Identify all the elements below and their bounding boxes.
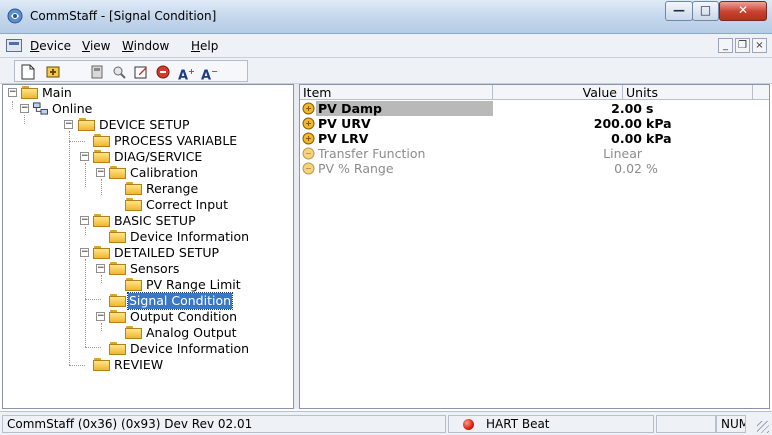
- status-device-info: CommStaff (0x36) (0x93) Dev Rev 02.01: [2, 415, 446, 433]
- tree-connector: [69, 141, 85, 142]
- tree-connector: [101, 275, 102, 283]
- maximize-icon: □: [699, 3, 712, 17]
- connect-icon[interactable]: [45, 64, 61, 80]
- list-row-transfer-function[interactable]: Transfer Function Linear: [300, 146, 769, 161]
- mdi-close-button[interactable]: ×: [752, 38, 767, 53]
- document-window-icon[interactable]: [6, 39, 22, 52]
- column-header-units[interactable]: Units: [623, 85, 753, 100]
- folder-icon: [109, 166, 126, 179]
- close-button[interactable]: ✕: [719, 1, 767, 21]
- folder-icon: [21, 86, 38, 99]
- folder-icon: [109, 310, 126, 323]
- mdi-minimize-button[interactable]: _: [718, 38, 733, 53]
- list-row-pv-damp[interactable]: PV Damp 2.00 s: [300, 101, 769, 116]
- folder-icon: [109, 262, 126, 275]
- status-bar: CommStaff (0x36) (0x93) Dev Rev 02.01 HA…: [0, 411, 772, 435]
- tree-connector: [85, 259, 86, 347]
- font-decrease-icon[interactable]: A−: [201, 64, 218, 83]
- mdi-restore-button[interactable]: ❐: [735, 38, 750, 53]
- menu-help[interactable]: Help: [191, 39, 218, 53]
- folder-icon: [125, 198, 142, 211]
- tree-connector: [69, 365, 85, 366]
- parameter-readonly-icon: [302, 147, 315, 160]
- folder-icon: [125, 326, 142, 339]
- maximize-button[interactable]: □: [692, 1, 719, 21]
- title-bar[interactable]: CommStaff - [Signal Condition] — □ ✕: [0, 0, 772, 34]
- menu-device[interactable]: Device: [30, 39, 71, 53]
- stop-icon[interactable]: [155, 64, 171, 80]
- resize-grip-icon[interactable]: [757, 421, 769, 433]
- new-document-icon[interactable]: [20, 64, 36, 80]
- edit-icon[interactable]: [133, 64, 149, 80]
- toolbar-strip: A+ A−: [14, 60, 248, 83]
- parameter-list[interactable]: Item Value Units PV Damp 2.00 s PV URV 2…: [299, 84, 770, 409]
- menu-bar: Device View Window Help _ ❐ ×: [0, 34, 772, 58]
- parameter-readonly-icon: [302, 162, 315, 175]
- folder-icon: [109, 342, 126, 355]
- collapse-icon[interactable]: −: [96, 312, 105, 321]
- tree-connector: [85, 163, 86, 187]
- column-header-value[interactable]: Value: [493, 85, 623, 100]
- toolbar: A+ A−: [0, 58, 772, 84]
- collapse-icon[interactable]: −: [80, 216, 89, 225]
- folder-icon: [125, 278, 142, 291]
- folder-icon: [93, 134, 110, 147]
- network-icon: [33, 102, 48, 115]
- status-hart-beat: HART Beat: [448, 415, 654, 433]
- tree-connector: [24, 115, 25, 124]
- folder-icon: [93, 214, 110, 227]
- status-num-lock: NUM: [716, 415, 746, 433]
- tree-connector: [85, 227, 86, 235]
- hart-beat-led-icon: [463, 419, 474, 430]
- minimize-button[interactable]: —: [665, 1, 693, 21]
- commstaff-app-icon: [7, 8, 23, 24]
- tree-connector: [85, 299, 101, 300]
- tree-connector: [101, 179, 102, 195]
- device-icon[interactable]: [89, 64, 105, 80]
- parameter-icon: [302, 102, 315, 115]
- minimize-icon: —: [673, 3, 685, 17]
- tree-connector: [69, 131, 70, 365]
- close-icon: ✕: [737, 3, 749, 17]
- collapse-icon[interactable]: −: [64, 120, 73, 129]
- list-row-pv-lrv[interactable]: PV LRV 0.00 kPa: [300, 131, 769, 146]
- list-row-pv-percent-range[interactable]: PV % Range 0.02 %: [300, 161, 769, 176]
- folder-icon: [93, 246, 110, 259]
- tree-connector: [101, 323, 102, 331]
- window-title: CommStaff - [Signal Condition]: [30, 9, 217, 23]
- parameter-icon: [302, 132, 315, 145]
- collapse-icon[interactable]: −: [96, 264, 105, 273]
- parameter-icon: [302, 117, 315, 130]
- folder-icon: [93, 358, 110, 371]
- open-folder-icon: [109, 294, 126, 307]
- collapse-icon[interactable]: −: [80, 152, 89, 161]
- menu-window[interactable]: Window: [122, 39, 169, 53]
- tree-connector: [85, 347, 101, 348]
- folder-icon: [125, 182, 142, 195]
- tree-pane[interactable]: − Main − Online − DEVICE SETUP PROCESS V…: [2, 84, 294, 409]
- collapse-icon[interactable]: −: [96, 168, 105, 177]
- search-device-icon[interactable]: [111, 64, 127, 80]
- folder-icon: [93, 150, 110, 163]
- folder-icon: [78, 118, 95, 131]
- tree-connector: [12, 101, 13, 109]
- list-row-pv-urv[interactable]: PV URV 200.00 kPa: [300, 116, 769, 131]
- list-header: Item Value Units: [300, 85, 769, 100]
- column-header-item[interactable]: Item: [300, 85, 493, 100]
- collapse-icon[interactable]: −: [20, 104, 29, 113]
- collapse-icon[interactable]: −: [8, 88, 17, 97]
- folder-icon: [109, 230, 126, 243]
- font-increase-icon[interactable]: A+: [178, 64, 195, 83]
- menu-view[interactable]: View: [82, 39, 110, 53]
- collapse-icon[interactable]: −: [80, 248, 89, 257]
- status-empty: [656, 415, 716, 433]
